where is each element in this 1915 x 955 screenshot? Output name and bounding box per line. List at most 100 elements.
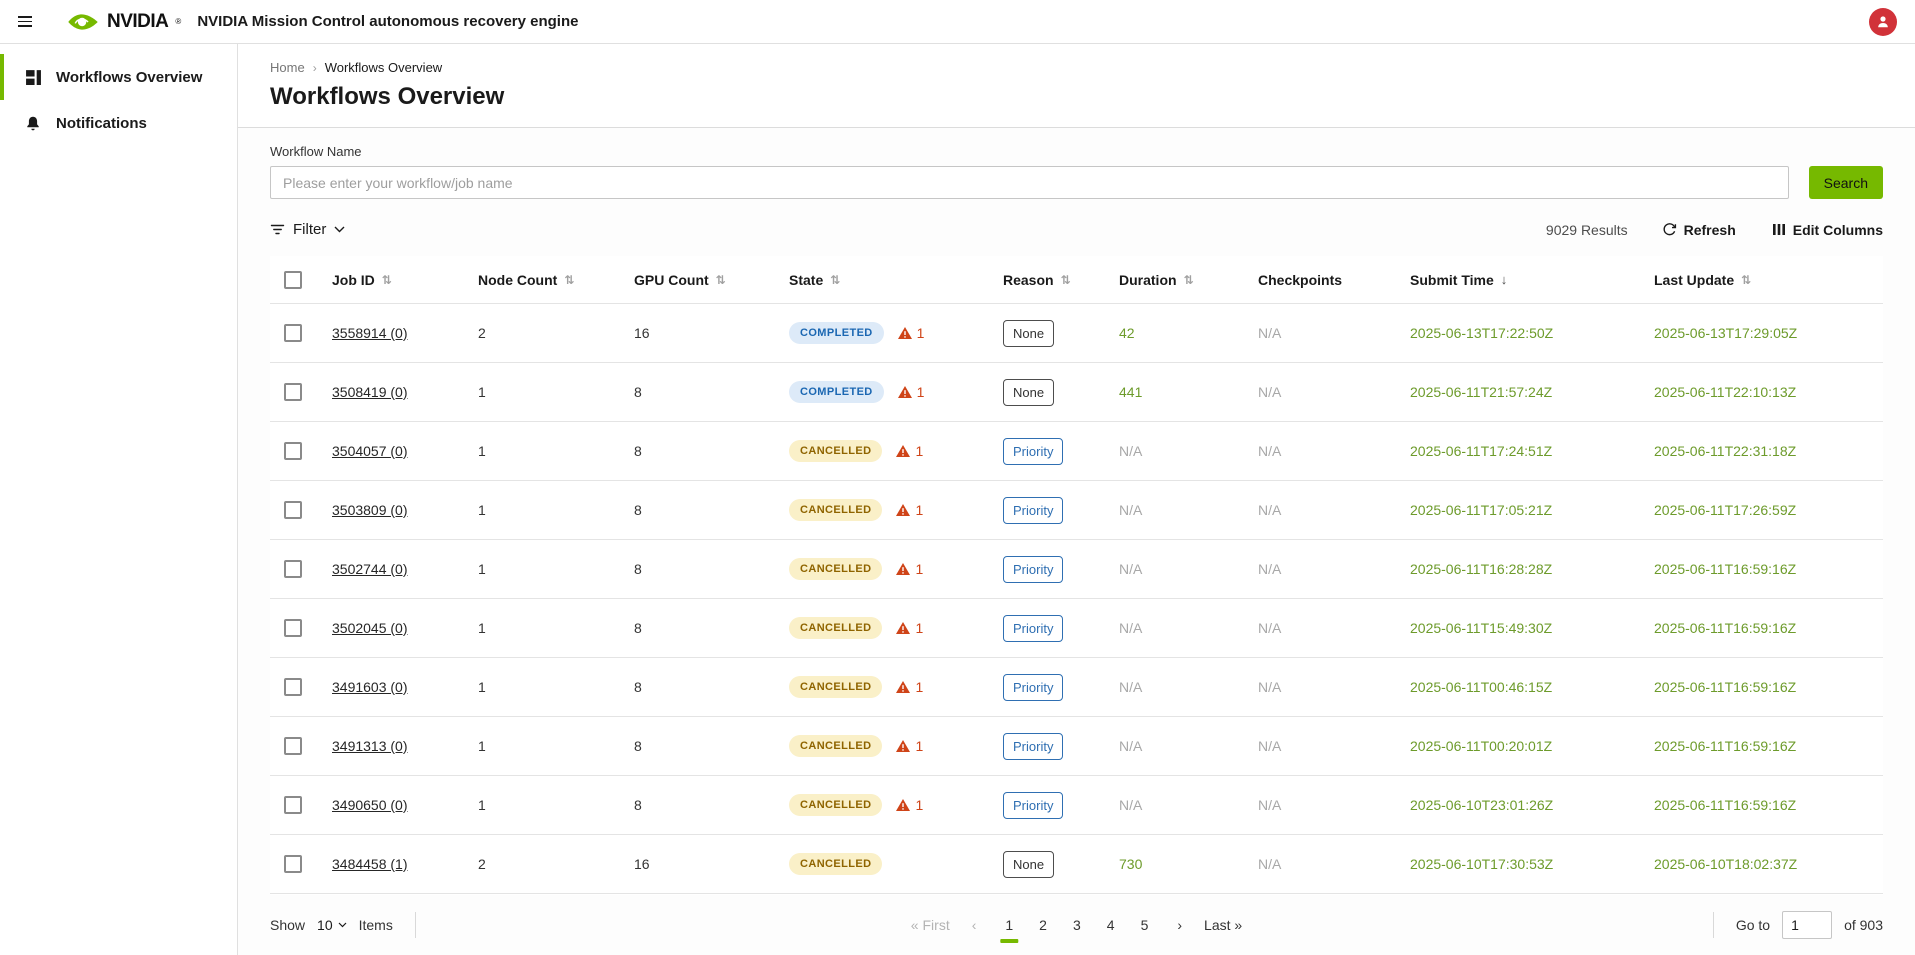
- checkpoints-value: N/A: [1258, 620, 1281, 636]
- row-checkbox[interactable]: [284, 855, 302, 873]
- gpu-count-cell: 8: [634, 797, 789, 813]
- checkpoints-value: N/A: [1258, 856, 1281, 872]
- breadcrumb-home[interactable]: Home: [270, 60, 305, 75]
- previous-page-button[interactable]: ‹: [964, 911, 985, 939]
- search-button[interactable]: Search: [1809, 166, 1883, 199]
- sidebar-item-notifications[interactable]: Notifications: [0, 100, 237, 146]
- first-page-button[interactable]: « First: [903, 911, 958, 939]
- row-checkbox[interactable]: [284, 383, 302, 401]
- page-button-1[interactable]: 1: [996, 911, 1022, 939]
- sort-updown-icon[interactable]: ⇅: [716, 273, 726, 287]
- checkpoints-cell: N/A: [1258, 325, 1410, 341]
- job-id-link[interactable]: 3490650 (0): [332, 797, 408, 813]
- column-header-last-update[interactable]: Last Update ⇅: [1654, 272, 1883, 288]
- row-checkbox[interactable]: [284, 619, 302, 637]
- checkpoints-cell: N/A: [1258, 502, 1410, 518]
- sort-updown-icon[interactable]: ⇅: [1184, 273, 1194, 287]
- job-id-link[interactable]: 3558914 (0): [332, 325, 408, 341]
- page-header: Home › Workflows Overview Workflows Over…: [238, 44, 1915, 127]
- duration-value: 42: [1119, 325, 1135, 341]
- warning-indicator: 1: [896, 679, 923, 695]
- gpu-count-cell: 16: [634, 325, 789, 341]
- row-checkbox[interactable]: [284, 560, 302, 578]
- next-page-button[interactable]: ›: [1169, 911, 1190, 939]
- submit-time-value: 2025-06-11T16:28:28Z: [1410, 561, 1552, 577]
- last-update-cell: 2025-06-13T17:29:05Z: [1654, 325, 1883, 341]
- row-checkbox[interactable]: [284, 442, 302, 460]
- row-checkbox[interactable]: [284, 737, 302, 755]
- column-header-submit-time[interactable]: Submit Time↓: [1410, 272, 1654, 288]
- column-header-gpu-count[interactable]: GPU Count⇅: [634, 272, 789, 288]
- submit-time-cell: 2025-06-11T17:24:51Z: [1410, 443, 1654, 459]
- sort-updown-icon[interactable]: ⇅: [1741, 273, 1751, 287]
- row-checkbox[interactable]: [284, 796, 302, 814]
- reason-chip: None: [1003, 320, 1054, 347]
- checkpoints-cell: N/A: [1258, 384, 1410, 400]
- submit-time-value: 2025-06-11T17:05:21Z: [1410, 502, 1552, 518]
- page-size-select[interactable]: 10: [317, 917, 347, 933]
- job-id-cell: 3484458 (1): [332, 856, 478, 872]
- node-count-cell: 1: [478, 797, 634, 813]
- job-id-link[interactable]: 3503809 (0): [332, 502, 408, 518]
- workflow-search-input[interactable]: [270, 166, 1789, 199]
- pager: « First ‹ 12345 › Last »: [903, 911, 1250, 939]
- row-checkbox[interactable]: [284, 501, 302, 519]
- job-id-link[interactable]: 3491313 (0): [332, 738, 408, 754]
- page-size-value: 10: [317, 917, 333, 933]
- job-id-link[interactable]: 3491603 (0): [332, 679, 408, 695]
- registered-mark: ®: [175, 17, 181, 26]
- warning-triangle-icon: [896, 799, 910, 811]
- column-header-job-id[interactable]: Job ID⇅: [332, 272, 478, 288]
- column-header-duration[interactable]: Duration⇅: [1119, 272, 1258, 288]
- sidebar-item-workflows-overview[interactable]: Workflows Overview: [0, 54, 237, 100]
- warning-indicator: 1: [896, 797, 923, 813]
- job-id-cell: 3502045 (0): [332, 620, 478, 636]
- sort-updown-icon[interactable]: ⇅: [382, 273, 392, 287]
- last-update-value: 2025-06-11T17:26:59Z: [1654, 502, 1796, 518]
- hamburger-menu-icon[interactable]: [18, 11, 40, 33]
- page-button-3[interactable]: 3: [1064, 911, 1090, 939]
- warning-indicator: 1: [896, 443, 923, 459]
- state-cell: CANCELLED1: [789, 676, 1003, 698]
- page-button-5[interactable]: 5: [1132, 911, 1158, 939]
- reason-cell: None: [1003, 320, 1119, 347]
- refresh-button[interactable]: Refresh: [1662, 222, 1736, 238]
- job-id-link[interactable]: 3502744 (0): [332, 561, 408, 577]
- select-all-checkbox[interactable]: [284, 271, 302, 289]
- sort-updown-icon[interactable]: ⇅: [830, 273, 840, 287]
- node-count-cell: 2: [478, 856, 634, 872]
- row-checkbox-cell: [270, 324, 332, 342]
- page-button-2[interactable]: 2: [1030, 911, 1056, 939]
- duration-value: N/A: [1119, 679, 1142, 695]
- search-row: Search: [270, 166, 1883, 199]
- job-id-link[interactable]: 3484458 (1): [332, 856, 408, 872]
- row-checkbox-cell: [270, 796, 332, 814]
- column-header-node-count[interactable]: Node Count⇅: [478, 272, 634, 288]
- column-header-state[interactable]: State⇅: [789, 272, 1003, 288]
- user-avatar[interactable]: [1869, 8, 1897, 36]
- column-label: Checkpoints: [1258, 272, 1342, 288]
- column-label: Last Update: [1654, 272, 1734, 288]
- job-id-link[interactable]: 3508419 (0): [332, 384, 408, 400]
- sort-desc-icon[interactable]: ↓: [1501, 272, 1508, 287]
- filter-button[interactable]: Filter: [270, 221, 345, 238]
- submit-time-cell: 2025-06-11T21:57:24Z: [1410, 384, 1654, 400]
- last-page-button[interactable]: Last »: [1196, 911, 1250, 939]
- page-button-4[interactable]: 4: [1098, 911, 1124, 939]
- state-cell: CANCELLED1: [789, 499, 1003, 521]
- edit-columns-button[interactable]: Edit Columns: [1772, 222, 1883, 238]
- column-header-reason[interactable]: Reason⇅: [1003, 272, 1119, 288]
- sort-updown-icon[interactable]: ⇅: [564, 273, 574, 287]
- app-title: NVIDIA Mission Control autonomous recove…: [197, 13, 578, 30]
- page-title: Workflows Overview: [270, 83, 1883, 111]
- reason-chip: Priority: [1003, 615, 1063, 642]
- column-header-checkpoints[interactable]: Checkpoints: [1258, 272, 1410, 288]
- row-checkbox[interactable]: [284, 324, 302, 342]
- job-id-link[interactable]: 3504057 (0): [332, 443, 408, 459]
- goto-page-input[interactable]: [1782, 911, 1832, 939]
- sort-updown-icon[interactable]: ⇅: [1061, 273, 1071, 287]
- person-icon: [1875, 14, 1891, 30]
- submit-time-value: 2025-06-10T17:30:53Z: [1410, 856, 1553, 872]
- job-id-link[interactable]: 3502045 (0): [332, 620, 408, 636]
- row-checkbox[interactable]: [284, 678, 302, 696]
